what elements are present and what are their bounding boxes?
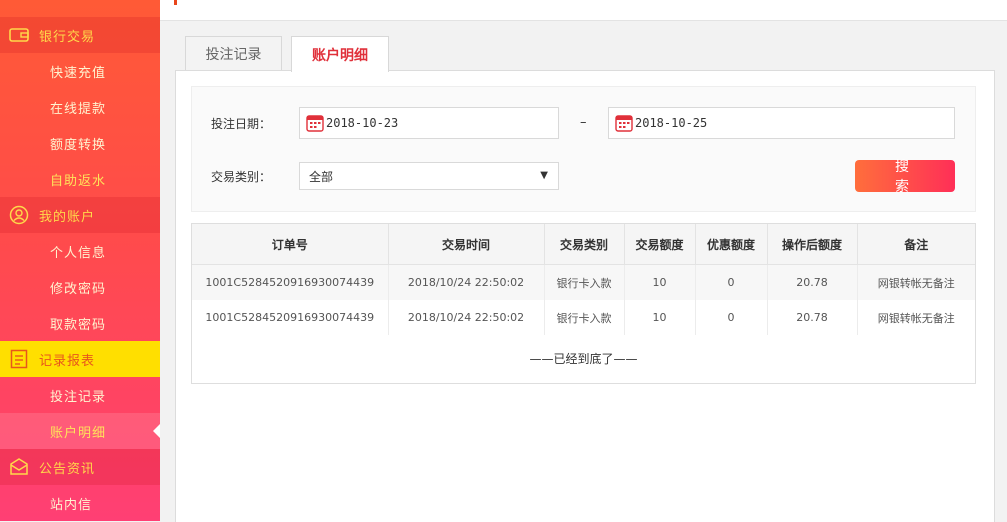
col-order-no: 订单号 (192, 224, 389, 265)
top-bar (160, 0, 1007, 21)
sidebar-section-label: 记录报表 (39, 353, 96, 369)
sidebar-item-label: 账户明细 (50, 425, 107, 441)
sidebar-item-label: 额度转换 (50, 137, 107, 153)
sidebar-item-label: 修改密码 (50, 281, 107, 297)
sidebar: 银行交易 快速充值 在线提款 额度转换 自助返水 我的账户 个人信息 修改密码 … (0, 0, 160, 521)
caret-down-icon: ▼ (540, 170, 548, 181)
user-icon (8, 204, 30, 226)
end-of-list-note: ——已经到底了—— (529, 352, 638, 366)
calendar-icon (306, 115, 324, 132)
sidebar-section-label: 公告资讯 (39, 461, 96, 477)
report-icon (8, 348, 30, 370)
tab-account-details[interactable]: 账户明细 (291, 36, 389, 72)
type-select-value: 全部 (309, 169, 334, 184)
cell-remark: 网银转帐无备注 (877, 311, 955, 325)
sidebar-section-label: 我的账户 (39, 209, 96, 225)
cell-trade-type: 银行卡入款 (544, 300, 625, 335)
wallet-icon (8, 24, 30, 46)
sidebar-item-label: 取款密码 (50, 317, 107, 333)
cell-amount: 10 (624, 264, 696, 300)
sidebar-item-label: 投注记录 (50, 389, 107, 405)
col-bonus: 优惠额度 (695, 224, 768, 265)
cell-amount: 10 (624, 300, 696, 335)
sidebar-section-label: 银行交易 (39, 29, 96, 45)
col-balance-after: 操作后额度 (767, 224, 858, 265)
date-from-value: 2018-10-23 (326, 116, 399, 130)
table-row: 1001C5284520916930074439 2018/10/24 22:5… (192, 264, 975, 300)
active-indicator (153, 424, 160, 438)
records-table: 订单号 交易时间 交易类别 交易额度 优惠额度 操作后额度 备注 1001C52… (191, 223, 976, 384)
date-separator: – (580, 115, 587, 130)
sidebar-section-banking[interactable]: 银行交易 (0, 17, 160, 53)
sidebar-item-withdraw-password[interactable]: 取款密码 (0, 305, 160, 341)
filter-panel (191, 86, 976, 212)
date-from-input[interactable]: 2018-10-23 (299, 107, 559, 139)
sidebar-item-bet-records[interactable]: 投注记录 (0, 377, 160, 413)
date-to-value: 2018-10-25 (635, 116, 708, 130)
sidebar-item-quick-deposit[interactable]: 快速充值 (0, 53, 160, 89)
date-to-input[interactable]: 2018-10-25 (608, 107, 955, 139)
cell-trade-type: 银行卡入款 (544, 264, 625, 300)
table-header-row: 订单号 交易时间 交易类别 交易额度 优惠额度 操作后额度 备注 (192, 224, 975, 265)
sidebar-item-label: 快速充值 (50, 65, 107, 81)
sidebar-item-account-details[interactable]: 账户明细 (0, 413, 160, 449)
cell-trade-time: 2018/10/24 22:50:02 (388, 264, 545, 300)
cell-bonus: 0 (695, 264, 768, 300)
sidebar-section-account[interactable]: 我的账户 (0, 197, 160, 233)
table-row: 1001C5284520916930074439 2018/10/24 22:5… (192, 300, 975, 335)
sidebar-item-transfer[interactable]: 额度转换 (0, 125, 160, 161)
cell-trade-time: 2018/10/24 22:50:02 (388, 300, 545, 335)
top-bar-mark (174, 0, 177, 5)
date-label: 投注日期： (211, 117, 272, 131)
search-button[interactable]: 搜索 (855, 159, 955, 195)
sidebar-item-rebate[interactable]: 自助返水 (0, 161, 160, 197)
sidebar-item-label: 个人信息 (50, 245, 107, 261)
sidebar-item-profile[interactable]: 个人信息 (0, 233, 160, 269)
type-label: 交易类别： (211, 170, 272, 184)
sidebar-item-change-password[interactable]: 修改密码 (0, 269, 160, 305)
sidebar-section-reports[interactable]: 记录报表 (0, 341, 160, 377)
col-amount: 交易额度 (624, 224, 696, 265)
sidebar-section-notices[interactable]: 公告资讯 (0, 449, 160, 485)
sidebar-item-inbox[interactable]: 站内信 (0, 485, 160, 521)
sidebar-item-withdraw[interactable]: 在线提款 (0, 89, 160, 125)
calendar-icon (615, 115, 633, 132)
cell-bonus: 0 (695, 300, 768, 335)
sidebar-item-label: 自助返水 (50, 173, 107, 189)
col-remark: 备注 (857, 224, 975, 265)
sidebar-item-label: 站内信 (50, 497, 93, 513)
cell-order-no: 1001C5284520916930074439 (192, 300, 389, 335)
col-trade-type: 交易类别 (544, 224, 625, 265)
sidebar-item-label: 在线提款 (50, 101, 107, 117)
cell-balance-after: 20.78 (767, 264, 858, 300)
tab-bet-records[interactable]: 投注记录 (185, 36, 282, 70)
mail-icon (8, 456, 30, 478)
cell-order-no: 1001C5284520916930074439 (192, 264, 389, 300)
type-select[interactable]: 全部 ▼ (299, 162, 559, 190)
col-trade-time: 交易时间 (388, 224, 545, 265)
cell-balance-after: 20.78 (767, 300, 858, 335)
cell-remark: 网银转帐无备注 (857, 264, 975, 300)
